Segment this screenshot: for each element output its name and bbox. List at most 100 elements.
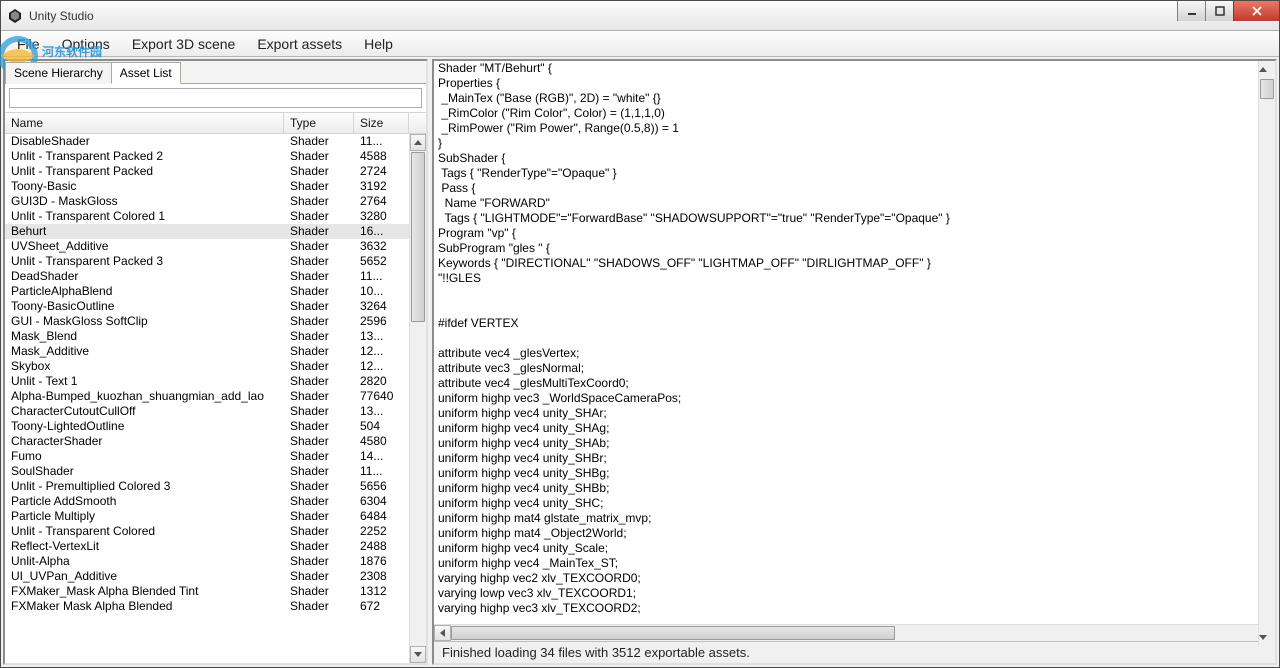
table-row[interactable]: Alpha-Bumped_kuozhan_shuangmian_add_laoS…	[5, 389, 409, 404]
code-hscrollbar[interactable]	[434, 624, 1275, 641]
cell-name: FXMaker_Mask Alpha Blended Tint	[5, 584, 284, 599]
cell-type: Shader	[284, 569, 354, 584]
cell-name: UVSheet_Additive	[5, 239, 284, 254]
cell-name: Toony-BasicOutline	[5, 299, 284, 314]
cell-name: Behurt	[5, 224, 284, 239]
menu-file[interactable]: File	[7, 33, 50, 55]
cell-name: Unlit - Text 1	[5, 374, 284, 389]
maximize-button[interactable]	[1205, 1, 1233, 21]
cell-name: Alpha-Bumped_kuozhan_shuangmian_add_lao	[5, 389, 284, 404]
table-row[interactable]: UVSheet_AdditiveShader3632	[5, 239, 409, 254]
table-row[interactable]: Particle MultiplyShader6484	[5, 509, 409, 524]
cell-size: 16...	[354, 224, 409, 239]
table-row[interactable]: SoulShaderShader11...	[5, 464, 409, 479]
table-row[interactable]: Unlit - Transparent ColoredShader2252	[5, 524, 409, 539]
cell-size: 4588	[354, 149, 409, 164]
scrollbar-thumb[interactable]	[411, 152, 425, 322]
tab-scene-hierarchy[interactable]: Scene Hierarchy	[5, 62, 112, 84]
cell-name: Toony-Basic	[5, 179, 284, 194]
status-bar: Finished loading 34 files with 3512 expo…	[434, 641, 1275, 663]
close-button[interactable]	[1233, 1, 1279, 21]
table-row[interactable]: Mask_AdditiveShader12...	[5, 344, 409, 359]
window-title: Unity Studio	[29, 9, 94, 23]
table-row[interactable]: DeadShaderShader11...	[5, 269, 409, 284]
cell-type: Shader	[284, 299, 354, 314]
table-row[interactable]: DisableShaderShader11...	[5, 134, 409, 149]
cell-size: 11...	[354, 464, 409, 479]
table-row[interactable]: FXMaker Mask Alpha BlendedShader672	[5, 599, 409, 614]
table-row[interactable]: SkyboxShader12...	[5, 359, 409, 374]
col-header-size[interactable]: Size	[354, 113, 409, 133]
right-panel: Shader "MT/Behurt" { Properties { _MainT…	[432, 59, 1277, 665]
code-vscrollbar[interactable]	[1258, 61, 1275, 646]
minimize-button[interactable]	[1177, 1, 1205, 21]
table-row[interactable]: Unlit - Text 1Shader2820	[5, 374, 409, 389]
table-row[interactable]: FXMaker_Mask Alpha Blended TintShader131…	[5, 584, 409, 599]
cell-name: DisableShader	[5, 134, 284, 149]
table-row[interactable]: BehurtShader16...	[5, 224, 409, 239]
left-panel: Scene Hierarchy Asset List Name Type Siz…	[3, 59, 428, 665]
code-viewer[interactable]: Shader "MT/Behurt" { Properties { _MainT…	[434, 61, 1275, 624]
table-row[interactable]: Particle AddSmoothShader6304	[5, 494, 409, 509]
app-icon	[7, 8, 23, 24]
menu-export-assets[interactable]: Export assets	[247, 33, 352, 55]
cell-size: 3264	[354, 299, 409, 314]
cell-name: CharacterShader	[5, 434, 284, 449]
cell-size: 2820	[354, 374, 409, 389]
cell-name: Particle Multiply	[5, 509, 284, 524]
menu-export-3d[interactable]: Export 3D scene	[122, 33, 246, 55]
table-row[interactable]: FumoShader14...	[5, 449, 409, 464]
cell-name: Skybox	[5, 359, 284, 374]
menu-help[interactable]: Help	[354, 33, 403, 55]
cell-size: 672	[354, 599, 409, 614]
table-row[interactable]: CharacterShaderShader4580	[5, 434, 409, 449]
scrollbar-thumb[interactable]	[1260, 79, 1274, 99]
menu-options[interactable]: Options	[52, 33, 120, 55]
table-row[interactable]: Unlit-AlphaShader1876	[5, 554, 409, 569]
cell-type: Shader	[284, 284, 354, 299]
table-row[interactable]: Unlit - Transparent Colored 1Shader3280	[5, 209, 409, 224]
cell-size: 12...	[354, 344, 409, 359]
table-row[interactable]: Unlit - Transparent PackedShader2724	[5, 164, 409, 179]
cell-size: 1876	[354, 554, 409, 569]
asset-scrollbar[interactable]	[409, 134, 426, 663]
table-row[interactable]: Unlit - Transparent Packed 3Shader5652	[5, 254, 409, 269]
table-row[interactable]: GUI - MaskGloss SoftClipShader2596	[5, 314, 409, 329]
table-row[interactable]: Toony-LightedOutlineShader504	[5, 419, 409, 434]
cell-type: Shader	[284, 269, 354, 284]
scroll-down-icon	[414, 652, 422, 657]
table-row[interactable]: UI_UVPan_AdditiveShader2308	[5, 569, 409, 584]
cell-type: Shader	[284, 224, 354, 239]
filter-input[interactable]	[9, 88, 422, 108]
cell-type: Shader	[284, 479, 354, 494]
cell-name: Unlit-Alpha	[5, 554, 284, 569]
table-row[interactable]: Toony-BasicOutlineShader3264	[5, 299, 409, 314]
table-row[interactable]: Unlit - Transparent Packed 2Shader4588	[5, 149, 409, 164]
cell-name: Unlit - Transparent Colored 1	[5, 209, 284, 224]
table-row[interactable]: Unlit - Premultiplied Colored 3Shader565…	[5, 479, 409, 494]
cell-size: 504	[354, 419, 409, 434]
table-row[interactable]: GUI3D - MaskGlossShader2764	[5, 194, 409, 209]
cell-name: UI_UVPan_Additive	[5, 569, 284, 584]
cell-size: 14...	[354, 449, 409, 464]
title-bar[interactable]: Unity Studio	[1, 1, 1279, 31]
col-header-type[interactable]: Type	[284, 113, 354, 133]
cell-size: 2308	[354, 569, 409, 584]
cell-size: 10...	[354, 284, 409, 299]
cell-size: 2488	[354, 539, 409, 554]
cell-name: Reflect-VertexLit	[5, 539, 284, 554]
table-row[interactable]: Reflect-VertexLitShader2488	[5, 539, 409, 554]
cell-type: Shader	[284, 209, 354, 224]
cell-type: Shader	[284, 149, 354, 164]
tab-strip: Scene Hierarchy Asset List	[5, 61, 426, 84]
table-row[interactable]: ParticleAlphaBlendShader10...	[5, 284, 409, 299]
table-row[interactable]: Mask_BlendShader13...	[5, 329, 409, 344]
cell-size: 5656	[354, 479, 409, 494]
scrollbar-thumb[interactable]	[451, 626, 895, 640]
table-row[interactable]: CharacterCutoutCullOffShader13...	[5, 404, 409, 419]
col-header-name[interactable]: Name	[5, 113, 284, 133]
tab-asset-list[interactable]: Asset List	[111, 62, 181, 84]
menu-bar: 河东软件园 www.pc0359.cn File Options Export …	[1, 31, 1279, 57]
cell-name: SoulShader	[5, 464, 284, 479]
table-row[interactable]: Toony-BasicShader3192	[5, 179, 409, 194]
